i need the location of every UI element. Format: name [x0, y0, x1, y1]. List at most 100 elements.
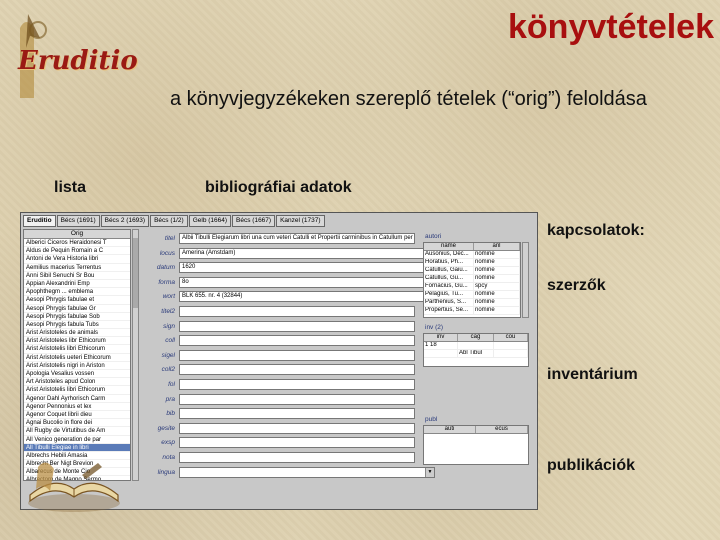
field-input[interactable]: Albii Tibulli Elegiarum libri una cum ve…	[179, 233, 415, 244]
table-cell: nomine	[474, 251, 520, 258]
list-item[interactable]: Antoni de Vera Historia libri	[24, 255, 130, 264]
list-item[interactable]: Agenor Pennonius et lex	[24, 403, 130, 411]
field-value: Albii Tibulli Elegiarum libri una cum ve…	[182, 235, 415, 241]
field-input[interactable]	[179, 408, 415, 420]
list-item[interactable]: Appian Alexandrini Emp	[24, 280, 130, 289]
list-item[interactable]: Aesopi Phrygis fabula Tubs	[24, 321, 130, 330]
field-label: exsp	[161, 439, 175, 447]
field-combo[interactable]: BLK 655. nr. 4 (32844)▼	[179, 291, 435, 303]
list-item[interactable]: Agnai Bucolio in flore dei	[24, 419, 130, 428]
list-item[interactable]: Arist Aristotelis libri Ethicorum	[24, 386, 130, 395]
chevron-down-icon[interactable]: ▼	[425, 467, 434, 477]
tab-7[interactable]: Kanzel (1737)	[276, 215, 325, 227]
tab-2[interactable]: Bécs (1691)	[56, 215, 100, 227]
list-item[interactable]: All Venico generation de par	[24, 436, 130, 444]
field-input[interactable]	[179, 364, 415, 376]
list-item[interactable]: Aesopi Phrygis fabulae et	[24, 296, 130, 305]
list-item[interactable]: Arist Aristotelis nigri in Ariston	[24, 362, 130, 370]
list-item[interactable]: Agenor Coquet librii dieu	[24, 411, 130, 420]
authors-table[interactable]: name anl Ausonius, Dec... nomine Horatius, P…	[423, 242, 521, 318]
table-row[interactable]: Horatius, Ph... nomine	[424, 259, 520, 267]
field-label: locus	[159, 249, 175, 257]
record-list[interactable]: Orig Alberici Ciceros Heraidonesi T Aldus…	[23, 229, 131, 481]
scroll-thumb[interactable]	[133, 238, 138, 308]
tab-4[interactable]: Bécs (1/2)	[150, 215, 188, 227]
table-row[interactable]: Catullus, Gu... nomine	[424, 275, 520, 283]
table-row[interactable]: Propertius, Se... nomine	[424, 307, 520, 315]
field-value: 8o	[182, 278, 189, 285]
list-item[interactable]: Arist Aristotelis libri Ethicorum	[24, 345, 130, 354]
table-row[interactable]: Catullus, Gaiu... nomine	[424, 267, 520, 275]
field-input[interactable]	[179, 422, 415, 434]
list-scrollbar[interactable]	[132, 229, 139, 481]
table-cell	[424, 350, 458, 357]
field-combo[interactable]: 1620▼	[179, 262, 435, 274]
table-cell: Propertius, Se...	[424, 307, 474, 314]
authors-label: autori	[425, 233, 442, 240]
table-cell: Parthenius, S...	[424, 299, 474, 306]
field-input[interactable]	[179, 452, 415, 463]
list-item[interactable]: Apophthegm ... emblema	[24, 288, 130, 297]
field-input[interactable]	[179, 335, 415, 347]
field-value: BLK 655. nr. 4 (32844)	[182, 293, 243, 300]
table-row[interactable]: Ausonius, Dec... nomine	[424, 251, 520, 259]
field-input[interactable]	[179, 437, 415, 449]
column-header[interactable]: name	[424, 243, 474, 250]
field-label: bib	[166, 410, 175, 418]
field-label: coll2	[161, 366, 175, 374]
field-input[interactable]	[179, 306, 415, 317]
table-row[interactable]: Parthenius, S... nomine	[424, 299, 520, 307]
list-item[interactable]: All Rugby de Virtutibus de Am	[24, 427, 130, 436]
field-input[interactable]	[179, 320, 415, 332]
table-cell: nomine	[474, 291, 520, 298]
column-header[interactable]: inv	[424, 334, 458, 341]
column-header[interactable]: ecus	[476, 426, 528, 433]
column-header[interactable]: anl	[474, 243, 520, 250]
list-item[interactable]: Aesopi Phrygis fabulae Sob	[24, 313, 130, 321]
list-item[interactable]: Anni Sibil Senuchi Sr Bou	[24, 272, 130, 280]
list-item[interactable]: Apologia Vesalius vossen	[24, 370, 130, 379]
field-label: fol	[168, 381, 175, 388]
list-item[interactable]: Alberici Ciceros Heraidonesi T	[24, 239, 130, 248]
column-header[interactable]: auti	[424, 426, 476, 433]
table-cell: Fornacius, Gu...	[424, 283, 474, 290]
list-item[interactable]: Aldus de Pequin Romain a C	[24, 247, 130, 256]
field-label: datum	[156, 264, 175, 272]
table-cell	[494, 342, 528, 349]
list-item[interactable]: All Tibulli Elegiae in libri	[24, 443, 130, 452]
table-row[interactable]: 1 18	[424, 342, 528, 350]
list-item[interactable]: Arist Aristoteles libr Ethicorum	[24, 337, 130, 346]
tab-3[interactable]: Bécs 2 (1693)	[100, 215, 150, 227]
field-combo[interactable]: ▼	[179, 466, 435, 478]
column-header[interactable]: cou	[494, 334, 528, 341]
authors-scrollbar[interactable]	[522, 242, 529, 318]
field-combo[interactable]: 8o▼	[179, 276, 435, 288]
field-label: forma	[158, 278, 175, 286]
field-label: sigel	[161, 351, 175, 359]
tab-1[interactable]: Eruditio	[23, 215, 56, 227]
list-item[interactable]: Art Aristoteles apud Colon	[24, 378, 130, 387]
table-row[interactable]: Fornacius, Gu... spcy	[424, 283, 520, 291]
list-column-header[interactable]: Orig	[24, 230, 130, 239]
field-input[interactable]	[179, 349, 415, 361]
list-item[interactable]: Aesopi Phrygis fabulae Gr	[24, 305, 130, 313]
tab-6[interactable]: Bécs (1667)	[232, 215, 276, 227]
list-item[interactable]: Arist Aristotelis ueteri Ethicorum	[24, 354, 130, 362]
biblio-caption: bibliográfiai adatok	[205, 179, 352, 196]
list-item[interactable]: Agenor Dahl Ayrhorisch Carm	[24, 395, 130, 403]
list-item[interactable]: Aemilius macerius Terrentus	[24, 264, 130, 272]
table-header: name anl	[424, 243, 520, 251]
field-combo[interactable]: Amerina (Amstdam)▼	[179, 247, 435, 259]
table-cell: spcy	[474, 283, 520, 290]
publications-table[interactable]: auti ecus	[423, 425, 529, 465]
field-input[interactable]	[179, 379, 415, 390]
list-item[interactable]: Arist Aristoteles de animals	[24, 329, 130, 338]
table-row[interactable]: Pelagius, Tu... nomine	[424, 291, 520, 299]
table-row[interactable]: Abl Tibul	[424, 350, 528, 358]
inventory-table[interactable]: inv cag cou 1 18 Abl Tibul	[423, 333, 529, 367]
tab-5[interactable]: Gelb (1664)	[188, 215, 232, 227]
field-value: Amerina (Amstdam)	[182, 249, 236, 256]
field-input[interactable]	[179, 393, 415, 405]
table-cell: Catullus, Gaiu...	[424, 267, 474, 274]
column-header[interactable]: cag	[458, 334, 494, 341]
